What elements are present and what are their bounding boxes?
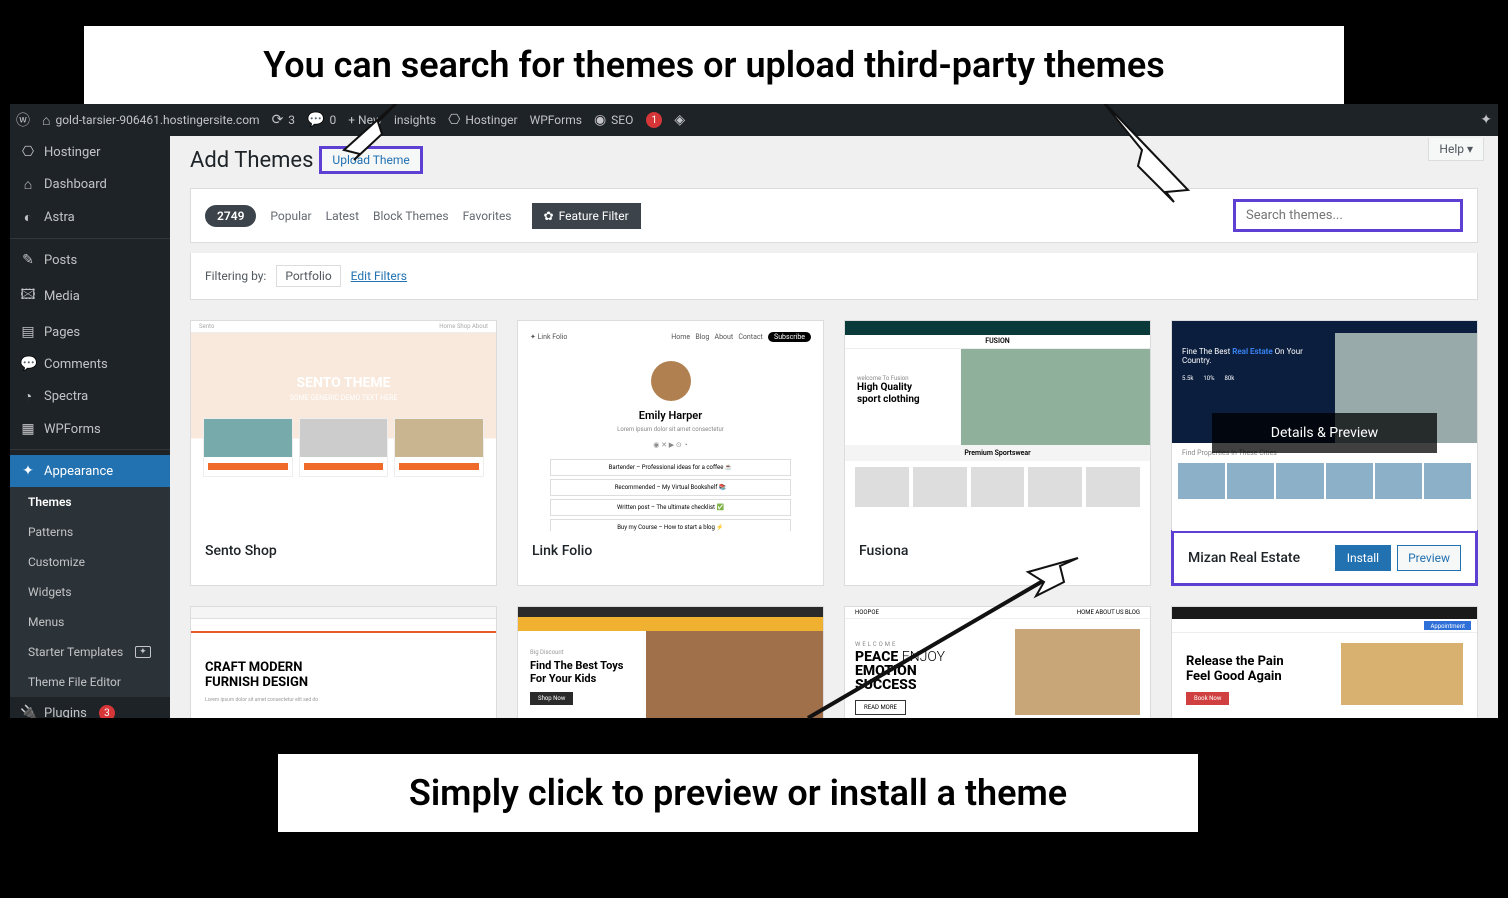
menu-label: Pages (44, 325, 80, 340)
menu-icon: ⌂ (20, 176, 36, 193)
sidebar-item-posts[interactable]: ✎ Posts (10, 244, 170, 276)
admin-bar: ⓦ ⌂gold-tarsier-906461.hostingersite.com… (10, 104, 1498, 136)
star-badge-icon: ✦ (135, 646, 151, 658)
sidebar-item-media[interactable]: 🖾 Media (10, 276, 170, 316)
menu-label: Dashboard (44, 177, 107, 192)
admin-sidebar: ⎔ Hostinger ⌂ Dashboard ◐ Astra ✎ Posts 🖾 Media ▤ P… (10, 136, 170, 718)
theme-thumbnail[interactable]: FUSIONwelcome To FusionHigh Quality spor… (845, 321, 1150, 531)
menu-icon: 💬 (20, 356, 36, 372)
theme-thumbnail[interactable]: SentoHome Shop AboutSENTO THEMESOME GENE… (191, 321, 496, 531)
theme-card[interactable]: ✦ Link FolioHome Blog About Contact Subs… (517, 320, 824, 586)
seo-badge: 1 (646, 112, 662, 128)
submenu-item-themes[interactable]: Themes (10, 487, 170, 517)
tab-block-themes[interactable]: Block Themes (373, 209, 449, 223)
comments-link[interactable]: 💬0 (307, 112, 336, 128)
theme-thumbnail[interactable]: ✦ Link FolioHome Blog About Contact Subs… (518, 321, 823, 531)
menu-icon: ✦ (20, 463, 36, 479)
menu-icon: ◔ (20, 388, 36, 405)
theme-name-bar: Link Folio (518, 531, 823, 571)
wpforms-link[interactable]: WPForms (530, 113, 582, 127)
theme-card[interactable]: CRAFT MODERNFURNISH DESIGNLorem ipsum do… (190, 606, 497, 718)
menu-label: Posts (44, 253, 77, 268)
submenu-item-patterns[interactable]: Patterns (10, 517, 170, 547)
menu-icon: 🔌 (20, 705, 36, 718)
edit-filters-link[interactable]: Edit Filters (351, 269, 407, 283)
theme-card[interactable]: Big DiscountFind The Best ToysFor Your K… (517, 606, 824, 718)
theme-card[interactable]: FUSIONwelcome To FusionHigh Quality spor… (844, 320, 1151, 586)
plugin-count-badge: 3 (99, 705, 115, 718)
sidebar-item-pages[interactable]: ▤ Pages (10, 316, 170, 348)
menu-label: Spectra (44, 389, 88, 404)
menu-label: WPForms (44, 422, 101, 437)
sparkle-icon[interactable]: ✦ (1480, 112, 1492, 128)
arrow-to-search (1088, 90, 1208, 210)
theme-count: 2749 (205, 205, 256, 227)
theme-name: Mizan Real Estate (1188, 550, 1300, 566)
wp-logo-icon[interactable]: ⓦ (16, 110, 30, 130)
sidebar-item-plugins[interactable]: 🔌 Plugins 3 (10, 697, 170, 718)
annotation-top: You can search for themes or upload thir… (84, 26, 1344, 104)
updates-link[interactable]: ⟳3 (272, 112, 295, 128)
hostinger-link[interactable]: ⎔Hostinger (448, 112, 517, 128)
tab-popular[interactable]: Popular (270, 209, 311, 223)
theme-name-bar: Sento Shop (191, 531, 496, 571)
menu-icon: ⎔ (20, 144, 36, 160)
install-button[interactable]: Install (1335, 545, 1391, 571)
preview-button[interactable]: Preview (1397, 545, 1461, 571)
menu-icon: ◐ (20, 209, 36, 226)
theme-thumbnail[interactable]: Fine The Best Real Estate On Your Countr… (1172, 321, 1477, 531)
annotation-bottom: Simply click to preview or install a the… (278, 754, 1198, 832)
menu-label: Comments (44, 357, 108, 372)
filter-bar: 2749 Popular Latest Block Themes Favorit… (190, 188, 1478, 243)
diamond-icon[interactable]: ◈ (674, 112, 685, 128)
menu-label: Appearance (44, 464, 113, 479)
filtering-label: Filtering by: (205, 269, 266, 283)
tab-latest[interactable]: Latest (326, 209, 359, 223)
submenu-item-customize[interactable]: Customize (10, 547, 170, 577)
gear-icon: ✿ (544, 209, 554, 223)
page-title: Add Themes (190, 148, 313, 173)
sidebar-item-wpforms[interactable]: ▦ WPForms (10, 413, 170, 445)
submenu-item-starter-templates[interactable]: Starter Templates✦ (10, 637, 170, 667)
submenu-item-menus[interactable]: Menus (10, 607, 170, 637)
theme-card[interactable]: SentoHome Shop AboutSENTO THEMESOME GENE… (190, 320, 497, 586)
submenu-item-widgets[interactable]: Widgets (10, 577, 170, 607)
theme-thumbnail[interactable]: Big DiscountFind The Best ToysFor Your K… (518, 607, 823, 718)
menu-label: Hostinger (44, 145, 101, 160)
sidebar-item-astra[interactable]: ◐ Astra (10, 201, 170, 234)
feature-filter-button[interactable]: ✿Feature Filter (532, 203, 641, 229)
menu-label: Media (44, 289, 80, 304)
theme-name: Sento Shop (205, 543, 277, 559)
tab-favorites[interactable]: Favorites (463, 209, 512, 223)
wp-admin-window: ⓦ ⌂gold-tarsier-906461.hostingersite.com… (10, 104, 1498, 718)
sidebar-item-comments[interactable]: 💬 Comments (10, 348, 170, 380)
submenu-item-theme-file-editor[interactable]: Theme File Editor (10, 667, 170, 697)
sidebar-item-spectra[interactable]: ◔ Spectra (10, 380, 170, 413)
search-themes-input[interactable] (1233, 199, 1463, 232)
help-tab[interactable]: Help ▾ (1428, 138, 1484, 161)
menu-label: Astra (44, 210, 75, 225)
seo-link[interactable]: ◉SEO 1 (594, 112, 662, 128)
menu-icon: ✎ (20, 252, 36, 268)
theme-card[interactable]: AppointmentRelease the PainFeel Good Aga… (1171, 606, 1478, 718)
menu-icon: ▦ (20, 421, 36, 437)
theme-thumbnail[interactable]: CRAFT MODERNFURNISH DESIGNLorem ipsum do… (191, 607, 496, 718)
filter-tag: Portfolio (276, 265, 340, 287)
site-link[interactable]: ⌂gold-tarsier-906461.hostingersite.com (42, 112, 260, 129)
arrow-to-install (788, 548, 1088, 728)
theme-thumbnail[interactable]: AppointmentRelease the PainFeel Good Aga… (1172, 607, 1477, 718)
theme-name: Link Folio (532, 543, 592, 559)
sidebar-item-dashboard[interactable]: ⌂ Dashboard (10, 168, 170, 201)
sidebar-item-appearance[interactable]: ✦ Appearance (10, 455, 170, 487)
menu-icon: ▤ (20, 324, 36, 340)
filtering-row: Filtering by: Portfolio Edit Filters (190, 253, 1478, 300)
theme-card[interactable]: Fine The Best Real Estate On Your Countr… (1171, 320, 1478, 586)
menu-label: Plugins (44, 706, 87, 719)
sidebar-item-hostinger[interactable]: ⎔ Hostinger (10, 136, 170, 168)
menu-icon: 🖾 (20, 284, 36, 308)
theme-name-bar: Mizan Real Estate InstallPreview (1171, 530, 1478, 586)
site-name: gold-tarsier-906461.hostingersite.com (55, 113, 259, 127)
details-preview-overlay[interactable]: Details & Preview (1212, 413, 1437, 453)
